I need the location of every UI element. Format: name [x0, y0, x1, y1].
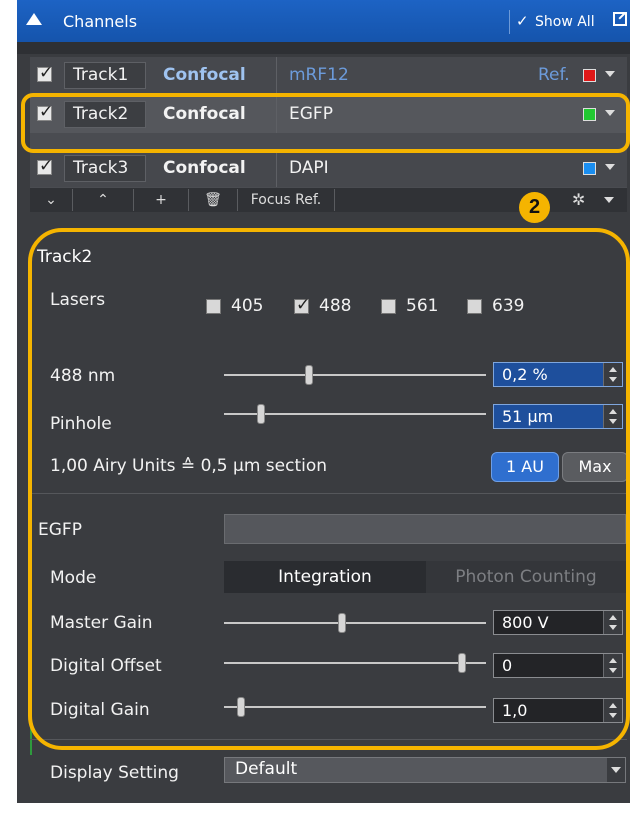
- track-row-3[interactable]: Track3 Confocal DAPI: [30, 150, 627, 187]
- track-1-method: Confocal: [163, 65, 246, 85]
- chevron-down-icon[interactable]: [605, 164, 615, 170]
- track-1-ref: Ref.: [538, 65, 570, 85]
- gear-icon: ✲: [572, 190, 586, 209]
- add-track-icon[interactable]: +: [134, 189, 189, 211]
- track-1-name: Track1: [64, 62, 146, 89]
- show-all-label: Show All: [535, 14, 595, 30]
- header-separator: [17, 42, 630, 54]
- track-3-checkbox[interactable]: [37, 156, 53, 176]
- display-setting-select[interactable]: Default: [224, 757, 626, 783]
- panel-title: Channels: [63, 12, 138, 31]
- highlight-track2: [21, 93, 630, 153]
- delete-track-icon[interactable]: 🗑: [189, 189, 238, 211]
- display-setting-label: Display Setting: [50, 763, 179, 783]
- row-divider: [276, 57, 277, 94]
- focus-ref-button[interactable]: Focus Ref.: [238, 189, 335, 211]
- show-all-button[interactable]: ✓ Show All: [509, 10, 604, 34]
- display-setting-value: Default: [235, 759, 298, 779]
- track-3-color-swatch[interactable]: [583, 162, 596, 175]
- chevron-down-icon[interactable]: [605, 71, 615, 77]
- chevron-down-icon: [604, 197, 614, 203]
- track-1-color-swatch[interactable]: [583, 69, 596, 82]
- track-1-dye: mRF12: [289, 65, 349, 85]
- highlight-settings: [28, 228, 630, 750]
- check-icon: ✓: [516, 12, 529, 30]
- collapse-triangle-icon[interactable]: [26, 13, 42, 25]
- track-1-checkbox[interactable]: [37, 63, 53, 83]
- undock-icon[interactable]: [613, 12, 627, 26]
- move-down-icon[interactable]: ⌄: [30, 189, 73, 211]
- settings-menu[interactable]: ✲: [560, 188, 624, 212]
- channels-header[interactable]: Channels ✓ Show All: [17, 0, 630, 42]
- track-3-dye: DAPI: [289, 158, 329, 178]
- move-up-icon[interactable]: ⌃: [73, 189, 134, 211]
- track-row-1[interactable]: Track1 Confocal mRF12 Ref.: [30, 57, 627, 94]
- track-3-method: Confocal: [163, 158, 246, 178]
- chevron-down-icon[interactable]: [607, 758, 625, 782]
- track-3-name: Track3: [64, 155, 146, 182]
- callout-badge: 2: [519, 192, 550, 223]
- row-divider: [276, 150, 277, 187]
